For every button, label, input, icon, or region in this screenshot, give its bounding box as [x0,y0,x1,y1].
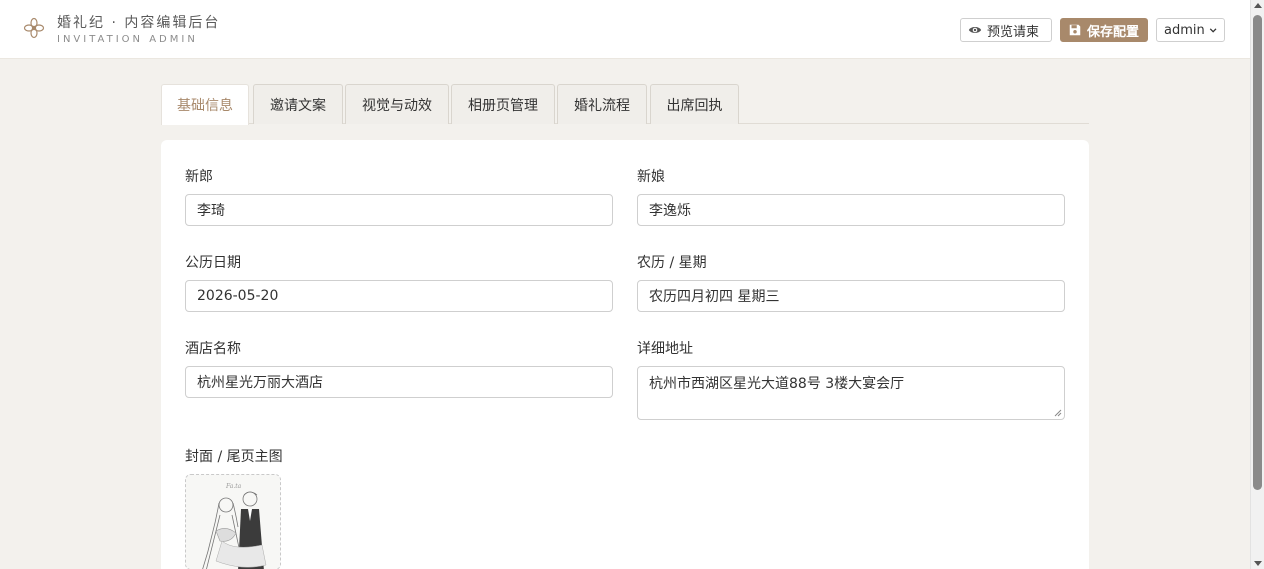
resize-handle-icon[interactable] [1054,409,1062,417]
eye-icon [968,27,982,33]
tab-label: 婚礼流程 [574,97,630,114]
scroll-up-arrow-icon[interactable] [1254,3,1262,8]
save-icon [1069,24,1081,36]
chevron-down-icon [1209,27,1217,33]
flower-logo-icon [23,17,45,39]
tab-label: 出席回执 [666,97,723,114]
vertical-scrollbar[interactable] [1250,0,1264,569]
tab-rsvp[interactable]: 出席回执 [650,84,739,124]
save-button-label: 保存配置 [1087,24,1140,40]
tab-basic-info[interactable]: 基础信息 [161,84,249,125]
basic-info-card: 新郎 李琦 新娘 李逸烁 公历日期 2026-05-20 农历 / 星期 农历四… [161,140,1089,569]
tab-album-pages[interactable]: 相册页管理 [451,84,555,124]
address-textarea[interactable]: 杭州市西湖区星光大道88号 3楼大宴会厅 [637,366,1065,420]
scroll-down-arrow-icon[interactable] [1254,561,1262,566]
bride-label: 新娘 [637,169,665,185]
tab-visual-effects[interactable]: 视觉与动效 [345,84,449,124]
preview-button[interactable]: 预览请柬 [960,18,1052,42]
groom-label: 新郎 [185,169,213,185]
tab-invitation-text[interactable]: 邀请文案 [253,84,343,124]
groom-input[interactable]: 李琦 [185,194,613,226]
hotel-label: 酒店名称 [185,341,241,357]
app-subtitle: INVITATION ADMIN [57,34,198,45]
svg-text:Fa.ta: Fa.ta [225,483,242,490]
app-title: 婚礼纪 · 内容编辑后台 [57,15,221,31]
tab-bar: 基础信息 邀请文案 视觉与动效 相册页管理 婚礼流程 出席回执 [161,84,1089,125]
bride-input[interactable]: 李逸烁 [637,194,1065,226]
solar-date-input[interactable]: 2026-05-20 [185,280,613,312]
top-bar: 婚礼纪 · 内容编辑后台 INVITATION ADMIN 预览请柬 保存配置 … [0,0,1250,59]
cover-image-thumbnail[interactable]: Fa.ta [185,474,281,569]
preview-button-label: 预览请柬 [987,24,1040,40]
hotel-input[interactable]: 杭州星光万丽大酒店 [185,366,613,398]
tab-label: 视觉与动效 [362,97,432,114]
address-label: 详细地址 [637,341,693,357]
lunar-date-input[interactable]: 农历四月初四 星期三 [637,280,1065,312]
solar-date-label: 公历日期 [185,255,241,271]
user-name: admin [1164,22,1205,38]
address-value: 杭州市西湖区星光大道88号 3楼大宴会厅 [649,376,905,392]
tab-label: 邀请文案 [270,97,326,114]
save-button[interactable]: 保存配置 [1060,18,1148,42]
tab-wedding-process[interactable]: 婚礼流程 [557,84,647,124]
cover-image-label: 封面 / 尾页主图 [185,449,283,465]
couple-sketch-image: Fa.ta [186,475,280,569]
user-menu-button[interactable]: admin [1156,18,1225,42]
tab-label: 基础信息 [177,98,233,114]
scrollbar-thumb[interactable] [1253,15,1262,490]
lunar-date-label: 农历 / 星期 [637,255,707,271]
tab-label: 相册页管理 [468,97,538,114]
